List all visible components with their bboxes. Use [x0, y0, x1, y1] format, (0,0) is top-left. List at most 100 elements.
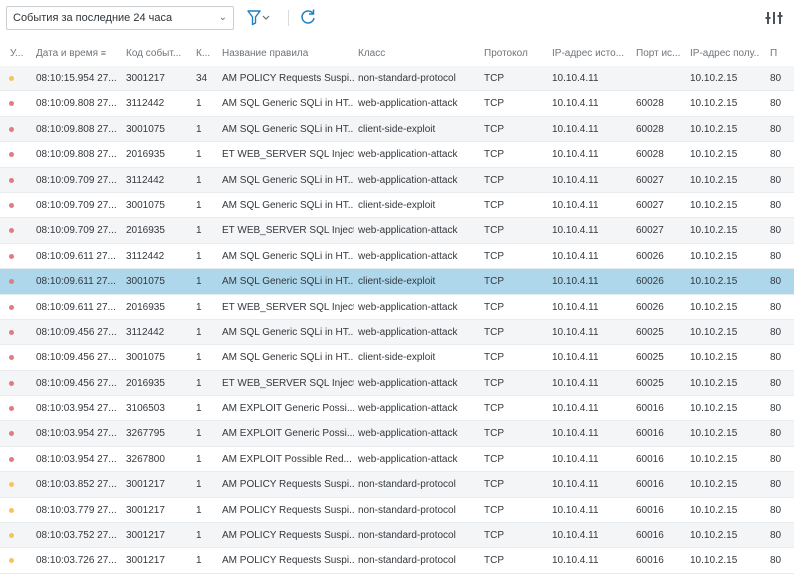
table-row[interactable]: 08:10:03.954 27... 3267795 1 AM EXPLOIT Gen… [0, 421, 794, 447]
table-row[interactable]: 08:10:09.611 27... 3112442 1 AM SQL Generic… [0, 244, 794, 270]
table-row[interactable]: 08:10:09.808 27... 3112442 1 AM SQL Generic… [0, 91, 794, 117]
cell-destination-ip: 10.10.2.15 [690, 530, 738, 542]
cell-rule-name: AM POLICY Requests Suspi... [222, 504, 354, 516]
filter-button[interactable] [246, 8, 272, 28]
cell-count: 1 [196, 453, 202, 465]
severity-indicator [9, 507, 14, 513]
cell-source-ip: 10.10.4.11 [552, 504, 599, 516]
cell-event-code: 3106503 [126, 403, 165, 415]
cell-source-port: 60025 [636, 352, 664, 364]
cell-event-code: 3001217 [126, 479, 165, 491]
cell-class: non-standard-protocol [358, 479, 456, 491]
cell-class: web-application-attack [358, 250, 458, 262]
table-row[interactable]: 08:10:09.456 27... 3001075 1 AM SQL Generic… [0, 345, 794, 371]
column-header-rule-name[interactable]: Название правила [222, 48, 354, 59]
table-row[interactable]: 08:10:03.752 27... 3001217 1 AM POLICY Requ… [0, 523, 794, 549]
table-row[interactable]: 08:10:03.852 27... 3001217 1 AM POLICY Requ… [0, 472, 794, 498]
cell-destination-ip: 10.10.2.15 [690, 301, 738, 313]
columns-settings-button[interactable] [764, 9, 784, 27]
cell-destination-ip: 10.10.2.15 [690, 377, 738, 389]
cell-source-port: 60026 [636, 276, 664, 288]
column-header-source-ip[interactable]: IP-адрес исто... [552, 48, 626, 59]
cell-rule-name: AM SQL Generic SQLi in HT... [222, 123, 354, 135]
cell-class: non-standard-protocol [358, 73, 456, 84]
cell-count: 1 [196, 555, 202, 567]
filter-icon [247, 10, 270, 26]
table-row[interactable]: 08:10:03.954 27... 3106503 1 AM EXPLOIT Gen… [0, 396, 794, 422]
column-header-event-code[interactable]: Код событ... [126, 48, 188, 59]
cell-rule-name: AM POLICY Requests Suspi... [222, 555, 354, 567]
column-header-datetime[interactable]: Дата и время ≡ [36, 48, 120, 59]
column-header-importance[interactable]: У... [10, 48, 26, 59]
cell-protocol: TCP [484, 352, 504, 364]
cell-count: 1 [196, 352, 202, 364]
table-row[interactable]: 08:10:15.954 27... 3001217 34 AM POLICY Req… [0, 66, 794, 92]
cell-source-ip: 10.10.4.11 [552, 352, 599, 364]
cell-rule-name: AM POLICY Requests Suspi... [222, 73, 354, 84]
column-header-destination-ip[interactable]: IP-адрес полу... [690, 48, 760, 59]
cell-destination-ip: 10.10.2.15 [690, 453, 738, 465]
cell-destination-ip: 10.10.2.15 [690, 276, 738, 288]
cell-count: 34 [196, 73, 208, 84]
cell-destination-ip: 10.10.2.15 [690, 250, 738, 262]
column-header-protocol[interactable]: Протокол [484, 48, 534, 59]
table-row[interactable]: 08:10:09.709 27... 2016935 1 ET WEB_SERVER … [0, 218, 794, 244]
cell-source-ip: 10.10.4.11 [552, 555, 599, 567]
cell-destination-port: 80 [770, 123, 782, 135]
cell-class: non-standard-protocol [358, 555, 456, 567]
cell-class: web-application-attack [358, 149, 458, 161]
cell-datetime: 08:10:09.611 27... [36, 301, 116, 313]
column-header-count[interactable]: К... [196, 48, 214, 59]
severity-indicator [9, 304, 14, 310]
table-row[interactable]: 08:10:03.726 27... 3001217 1 AM POLICY Requ… [0, 548, 794, 574]
cell-protocol: TCP [484, 149, 504, 161]
cell-source-ip: 10.10.4.11 [552, 199, 599, 211]
cell-event-code: 2016935 [126, 225, 165, 237]
cell-destination-port: 80 [770, 98, 782, 110]
cell-source-port: 60016 [636, 555, 664, 567]
table-row[interactable]: 08:10:09.456 27... 2016935 1 ET WEB_SERVER … [0, 370, 794, 397]
column-header-destination-port[interactable]: П [770, 48, 790, 59]
cell-datetime: 08:10:09.709 27... [36, 174, 117, 186]
cell-count: 1 [196, 377, 202, 389]
table-row[interactable]: 08:10:09.611 27... 2016935 1 ET WEB_SERVER … [0, 295, 794, 320]
column-header-source-port[interactable]: Порт ис... [636, 48, 686, 59]
period-select[interactable]: События за последние 24 часа ⌄ [6, 6, 234, 30]
table-row[interactable]: 08:10:03.954 27... 3267800 1 AM EXPLOIT Pos… [0, 447, 794, 473]
cell-class: web-application-attack [358, 326, 458, 338]
cell-destination-port: 80 [770, 326, 782, 338]
cell-source-port: 60016 [636, 504, 664, 516]
cell-class: web-application-attack [358, 453, 458, 465]
severity-indicator [9, 126, 14, 132]
table-row[interactable]: 08:10:09.808 27... 3001075 1 AM SQL Generic… [0, 116, 794, 143]
cell-source-port: 60016 [636, 530, 664, 542]
cell-datetime: 08:10:15.954 27... [36, 73, 117, 84]
cell-rule-name: AM SQL Generic SQLi in HT... [222, 276, 354, 288]
cell-count: 1 [196, 276, 202, 288]
cell-event-code: 3001217 [126, 555, 165, 567]
cell-event-code: 3001217 [126, 73, 165, 84]
cell-datetime: 08:10:09.611 27... [36, 276, 116, 288]
cell-event-code: 3112442 [126, 326, 165, 338]
cell-source-port: 60016 [636, 403, 664, 415]
table-row[interactable]: 08:10:09.808 27... 2016935 1 ET WEB_SERVER … [0, 142, 794, 168]
severity-indicator [9, 380, 14, 386]
table-row[interactable]: 08:10:03.779 27... 3001217 1 AM POLICY Requ… [0, 498, 794, 524]
cell-protocol: TCP [484, 174, 504, 186]
cell-protocol: TCP [484, 428, 504, 440]
cell-destination-ip: 10.10.2.15 [690, 479, 738, 491]
cell-destination-port: 80 [770, 479, 782, 491]
cell-source-port: 60026 [636, 250, 664, 262]
cell-class: non-standard-protocol [358, 530, 456, 542]
sort-icon: ≡ [100, 48, 107, 58]
refresh-button[interactable] [298, 7, 318, 27]
table-row[interactable]: 08:10:09.709 27... 3112442 1 AM SQL Generic… [0, 167, 794, 193]
cell-count: 1 [196, 301, 202, 313]
severity-indicator [9, 152, 14, 158]
table-row[interactable]: 08:10:09.611 27... 3001075 1 AM SQL Generic… [0, 269, 794, 295]
column-header-class[interactable]: Класс [358, 48, 478, 59]
table-row[interactable]: 08:10:09.456 27... 3112442 1 AM SQL Generic… [0, 319, 794, 346]
cell-destination-port: 80 [770, 403, 782, 415]
cell-class: client-side-exploit [358, 199, 436, 211]
table-row[interactable]: 08:10:09.709 27... 3001075 1 AM SQL Generic… [0, 193, 794, 219]
